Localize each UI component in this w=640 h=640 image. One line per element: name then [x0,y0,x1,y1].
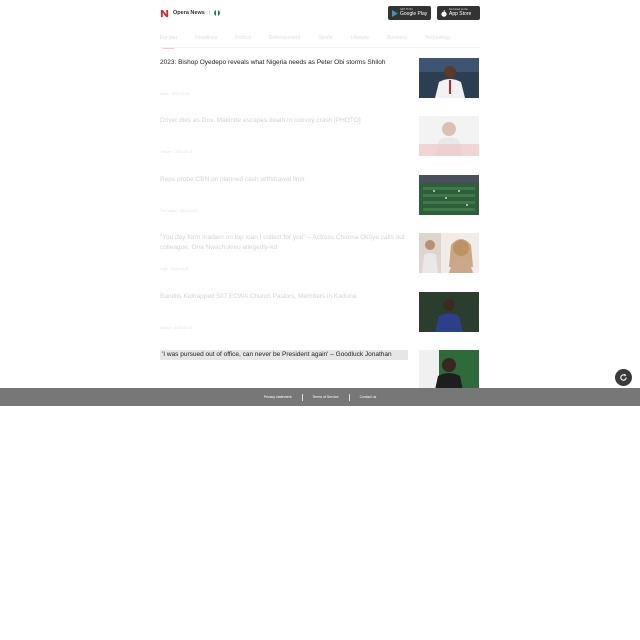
refresh-icon [619,369,628,387]
article-title[interactable]: Driver dies as Gov. Makinde escapes deat… [160,116,408,126]
app-store-button[interactable]: Download on the App Store [437,6,480,20]
tab-entertainment[interactable]: Entertainment [269,32,300,47]
article-thumbnail[interactable] [419,292,479,332]
article-thumbnail[interactable] [419,58,479,98]
app-store-label: App Store [449,10,472,17]
list-item[interactable]: 2023: Bishop Oyedepo reveals what Nigeri… [160,56,480,102]
list-item[interactable]: Driver dies as Gov. Makinde escapes deat… [160,114,480,160]
tab-lifestyle[interactable]: Lifestyle [351,32,369,47]
article-meta: Sahara · 2023-09-01 [160,326,193,330]
tab-headlines[interactable]: Headlines [195,32,217,47]
list-item[interactable]: Bandits Kidnapped 507 ECWA Church Pastor… [160,290,480,336]
google-play-label: Google Play [400,10,428,17]
apple-icon [440,9,447,17]
google-play-button[interactable]: GET IT ON Google Play [388,6,431,20]
privacy-link[interactable]: Privacy statement [254,395,302,399]
brand[interactable]: Opera News | [160,9,221,18]
article-thumbnail[interactable] [419,350,479,390]
list-item[interactable]: Reps probe CBN on planned cash withdrawa… [160,173,480,219]
article-meta: News · 2023-09-01 [160,92,190,96]
article-title[interactable]: 2023: Bishop Oyedepo reveals what Nigeri… [160,58,408,68]
list-item[interactable]: "You dey form madam on top loan I collec… [160,231,480,277]
article-meta: Legit · 2023-09-01 [160,267,189,271]
nigeria-flag-icon [214,10,221,16]
category-tabs: For you Headlines Politics Entertainment… [160,32,480,49]
article-thumbnail[interactable] [419,116,479,156]
refresh-button[interactable] [615,369,632,386]
tab-technology[interactable]: Technology [425,32,450,47]
terms-link[interactable]: Terms of Service [303,395,349,399]
tab-politics[interactable]: Politics [235,32,251,47]
footer: Privacy statement Terms of Service Conta… [0,388,640,406]
article-meta: The Nation · 2023-09-01 [160,209,199,213]
contact-link[interactable]: Contact us [350,395,387,399]
article-title[interactable]: Bandits Kidnapped 507 ECWA Church Pastor… [160,292,408,302]
article-meta: Tribune · 2023-09-01 [160,150,193,154]
tab-sports[interactable]: Sports [318,32,332,47]
brand-separator: | [208,10,211,16]
tab-business[interactable]: Business [387,32,407,47]
tab-for-you[interactable]: For you [160,32,177,49]
article-thumbnail[interactable] [419,175,479,215]
article-title[interactable]: 'I was pursued out of office, can never … [160,350,408,360]
article-title[interactable]: "You dey form madam on top loan I collec… [160,233,408,253]
opera-news-logo-icon [160,9,169,18]
article-thumbnail[interactable] [419,233,479,273]
store-buttons: GET IT ON Google Play Download on the Ap… [388,6,480,20]
header: Opera News | GET IT ON Google Play Downl… [160,4,480,22]
brand-name: Opera News [173,10,205,16]
article-title[interactable]: Reps probe CBN on planned cash withdrawa… [160,175,408,185]
google-play-icon [391,9,398,17]
